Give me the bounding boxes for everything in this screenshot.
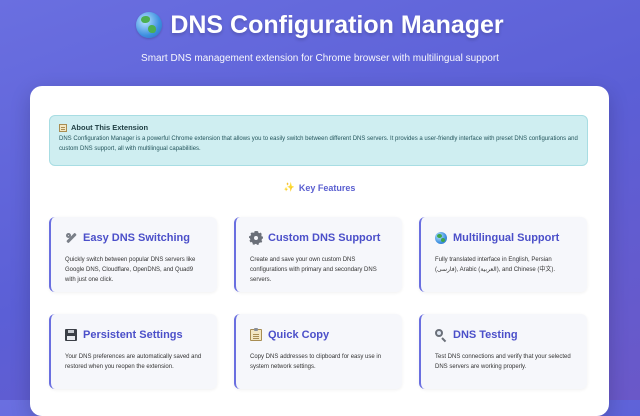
- about-title: About This Extension: [71, 123, 149, 132]
- feature-card-easy-dns-switching: Easy DNS Switching Quickly switch betwee…: [49, 217, 217, 292]
- about-section: About This Extension DNS Configuration M…: [49, 115, 588, 166]
- feature-card-custom-dns-support: Custom DNS Support Create and save your …: [234, 217, 402, 292]
- key-features-heading: ✨ Key Features: [30, 182, 609, 193]
- feature-description: Copy DNS addresses to clipboard for easy…: [250, 354, 382, 370]
- clipboard-icon: [250, 328, 262, 341]
- page-header: DNS Configuration Manager Smart DNS mana…: [0, 8, 640, 66]
- feature-card-multilingual-support: Multilingual Support Fully translated in…: [419, 217, 587, 292]
- feature-description: Your DNS preferences are automatically s…: [65, 354, 202, 370]
- feature-title: Multilingual Support: [453, 232, 560, 244]
- page-title-row: DNS Configuration Manager: [0, 8, 640, 42]
- page-subtitle: Smart DNS management extension for Chrom…: [141, 53, 499, 64]
- globe-icon: [136, 12, 163, 38]
- feature-title: Quick Copy: [268, 329, 330, 341]
- feature-description: Fully translated interface in English, P…: [435, 257, 556, 273]
- globe-icon: [435, 232, 447, 244]
- feature-card-quick-copy: Quick Copy Copy DNS addresses to clipboa…: [234, 314, 402, 389]
- about-text: DNS Configuration Manager is a powerful …: [59, 136, 578, 152]
- feature-title: Custom DNS Support: [268, 232, 381, 244]
- feature-description: Quickly switch between popular DNS serve…: [65, 257, 196, 283]
- page-title: DNS Configuration Manager: [170, 11, 504, 39]
- notepad-icon: [59, 123, 67, 132]
- feature-card-persistent-settings: Persistent Settings Your DNS preferences…: [49, 314, 217, 389]
- magnifier-icon: [435, 329, 447, 341]
- about-title-row: About This Extension: [59, 123, 578, 132]
- feature-description: Test DNS connections and verify that you…: [435, 354, 571, 370]
- sparkles-icon: ✨: [283, 182, 295, 192]
- feature-title: DNS Testing: [453, 329, 518, 341]
- feature-title: Easy DNS Switching: [83, 232, 190, 244]
- feature-description: Create and save your own custom DNS conf…: [250, 257, 377, 283]
- main-card: About This Extension DNS Configuration M…: [30, 86, 609, 416]
- gear-icon: [249, 231, 263, 245]
- feature-card-dns-testing: DNS Testing Test DNS connections and ver…: [419, 314, 587, 389]
- key-features-title: Key Features: [298, 182, 356, 193]
- wrench-icon: [65, 232, 77, 244]
- feature-title: Persistent Settings: [83, 329, 183, 341]
- floppy-disk-icon: [65, 329, 77, 341]
